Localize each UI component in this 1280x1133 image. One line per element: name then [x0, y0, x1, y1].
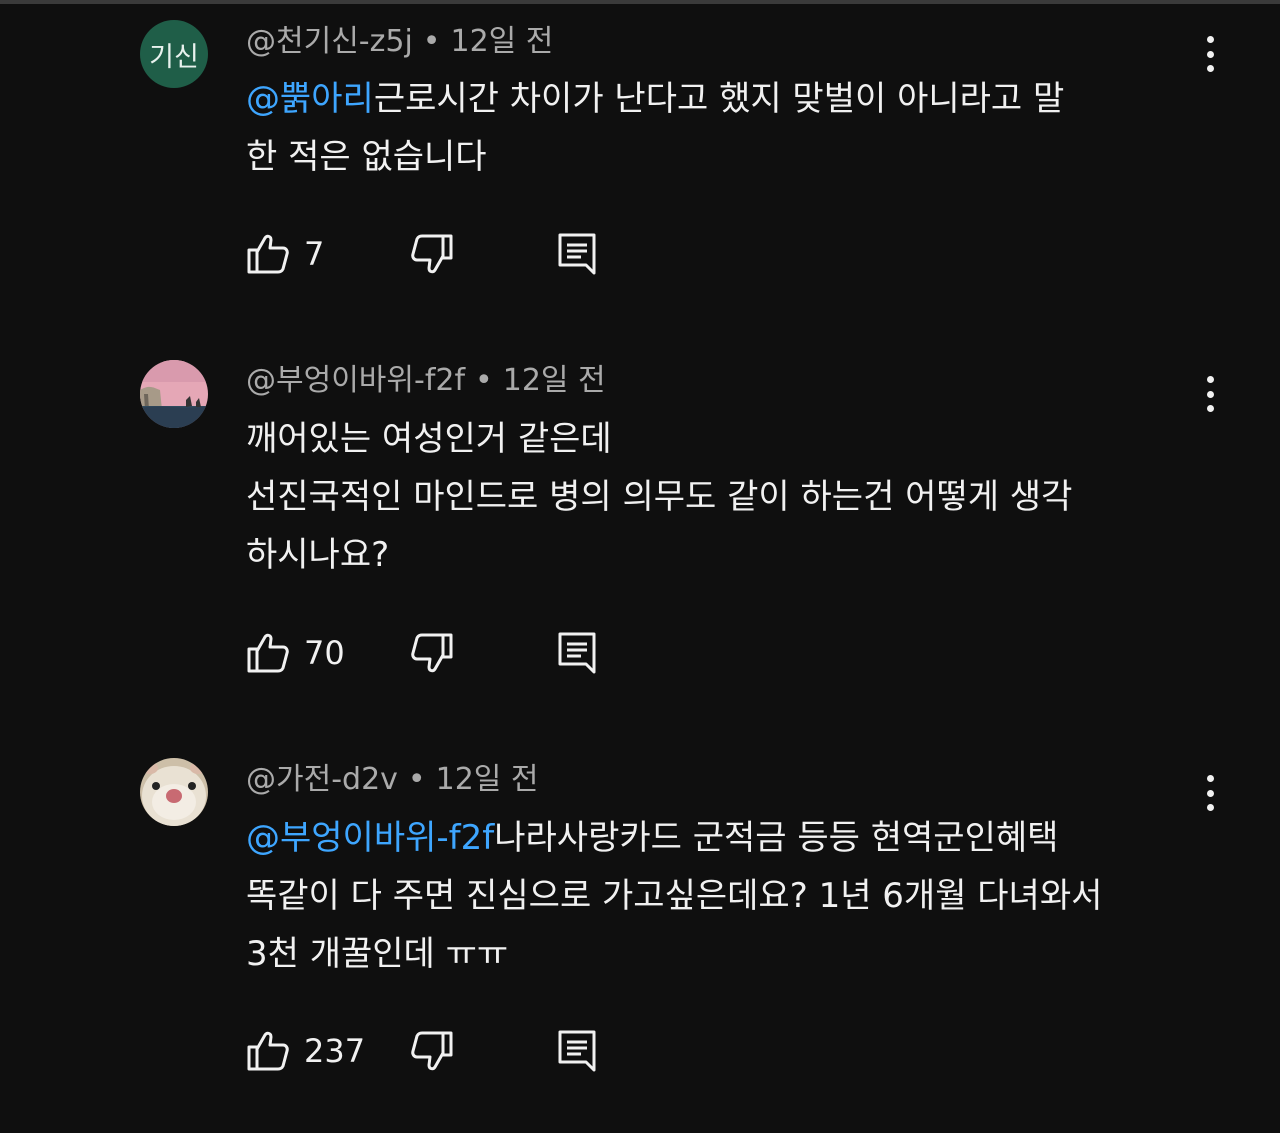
like-count: 237 [304, 1032, 366, 1070]
separator-dot: • [475, 363, 493, 398]
comment-header: @천기신-z5j • 12일 전 [246, 22, 553, 62]
comment-line: 하시나요? [246, 535, 390, 575]
avatar-image [140, 360, 208, 428]
comment-line: 똑같이 다 주면 진심으로 가고싶은데요? 1년 6개월 다녀와서 [246, 876, 1103, 916]
comment-time[interactable]: 12일 전 [436, 762, 539, 797]
more-vertical-icon [1206, 36, 1214, 43]
comment-header: @부엉이바위-f2f • 12일 전 [246, 361, 606, 401]
comment-line-text: 근로시간 차이가 난다고 했지 맞벌이 아니라고 말 [373, 79, 1065, 119]
comment-time[interactable]: 12일 전 [503, 363, 606, 398]
reply-icon[interactable] [556, 629, 600, 677]
like-count: 70 [304, 634, 345, 672]
more-vertical-icon-dot [1206, 65, 1214, 72]
comment-line: 선진국적인 마인드로 병의 의무도 같이 하는건 어떻게 생각 [246, 477, 1073, 517]
more-vertical-icon-dot [1206, 405, 1214, 412]
thumbs-down-icon[interactable] [410, 629, 454, 677]
like-count: 7 [304, 235, 325, 273]
author-name[interactable]: @부엉이바위-f2f [246, 363, 465, 398]
thumbs-down-icon[interactable] [410, 230, 454, 278]
more-vertical-icon-dot [1206, 804, 1214, 811]
avatar[interactable] [140, 758, 208, 826]
comment-actions: 237 [246, 1027, 646, 1075]
mention-link[interactable]: @부엉이바위-f2f [246, 818, 494, 858]
thumbs-up-icon [247, 633, 289, 673]
comment-text: @뿕아리근로시간 차이가 난다고 했지 맞벌이 아니라고 말 한 적은 없습니다 [246, 70, 1206, 186]
avatar-image [140, 758, 208, 826]
comment-line: 3천 개꿀인데 ㅠㅠ [246, 934, 509, 974]
reply-icon[interactable] [556, 1027, 600, 1075]
avatar[interactable]: 기신 [140, 20, 208, 88]
comment-line: @부엉이바위-f2f나라사랑카드 군적금 등등 현역군인혜택 [246, 809, 1206, 867]
comment-text: 깨어있는 여성인거 같은데 선진국적인 마인드로 병의 의무도 같이 하는건 어… [246, 410, 1206, 584]
separator-dot: • [407, 762, 426, 797]
comment-header: @가전-d2v • 12일 전 [246, 760, 539, 800]
reply-icon[interactable] [556, 230, 600, 278]
comment-line: 깨어있는 여성인거 같은데 [246, 419, 612, 459]
more-vertical-icon-dot [1206, 390, 1214, 398]
comment-text: @부엉이바위-f2f나라사랑카드 군적금 등등 현역군인혜택 똑같이 다 주면 … [246, 809, 1206, 983]
more-vertical-icon-dot [1206, 50, 1214, 58]
mention-link[interactable]: @뿕아리 [246, 79, 374, 119]
thumbs-up-icon [247, 1031, 289, 1071]
author-name[interactable]: @가전-d2v [246, 762, 398, 797]
avatar[interactable] [140, 360, 208, 428]
comment-time[interactable]: 12일 전 [451, 24, 554, 59]
more-vertical-icon [1206, 775, 1214, 782]
comment-line: @뿕아리근로시간 차이가 난다고 했지 맞벌이 아니라고 말 [246, 70, 1206, 128]
comment-line-text: 나라사랑카드 군적금 등등 현역군인혜택 [494, 818, 1059, 858]
comment-line: 한 적은 없습니다 [246, 137, 487, 177]
thumbs-down-icon[interactable] [410, 1027, 454, 1075]
more-vertical-icon-dot [1206, 789, 1214, 797]
thumbs-up-icon [247, 234, 289, 274]
comment-actions: 7 [246, 230, 646, 278]
comment-actions: 70 [246, 629, 646, 677]
more-vertical-icon [1206, 376, 1214, 383]
more-actions-button[interactable] [1194, 374, 1226, 414]
top-divider [0, 0, 1280, 4]
separator-dot: • [422, 24, 441, 59]
more-actions-button[interactable] [1194, 773, 1226, 813]
more-actions-button[interactable] [1194, 34, 1226, 74]
author-name[interactable]: @천기신-z5j [246, 24, 413, 59]
